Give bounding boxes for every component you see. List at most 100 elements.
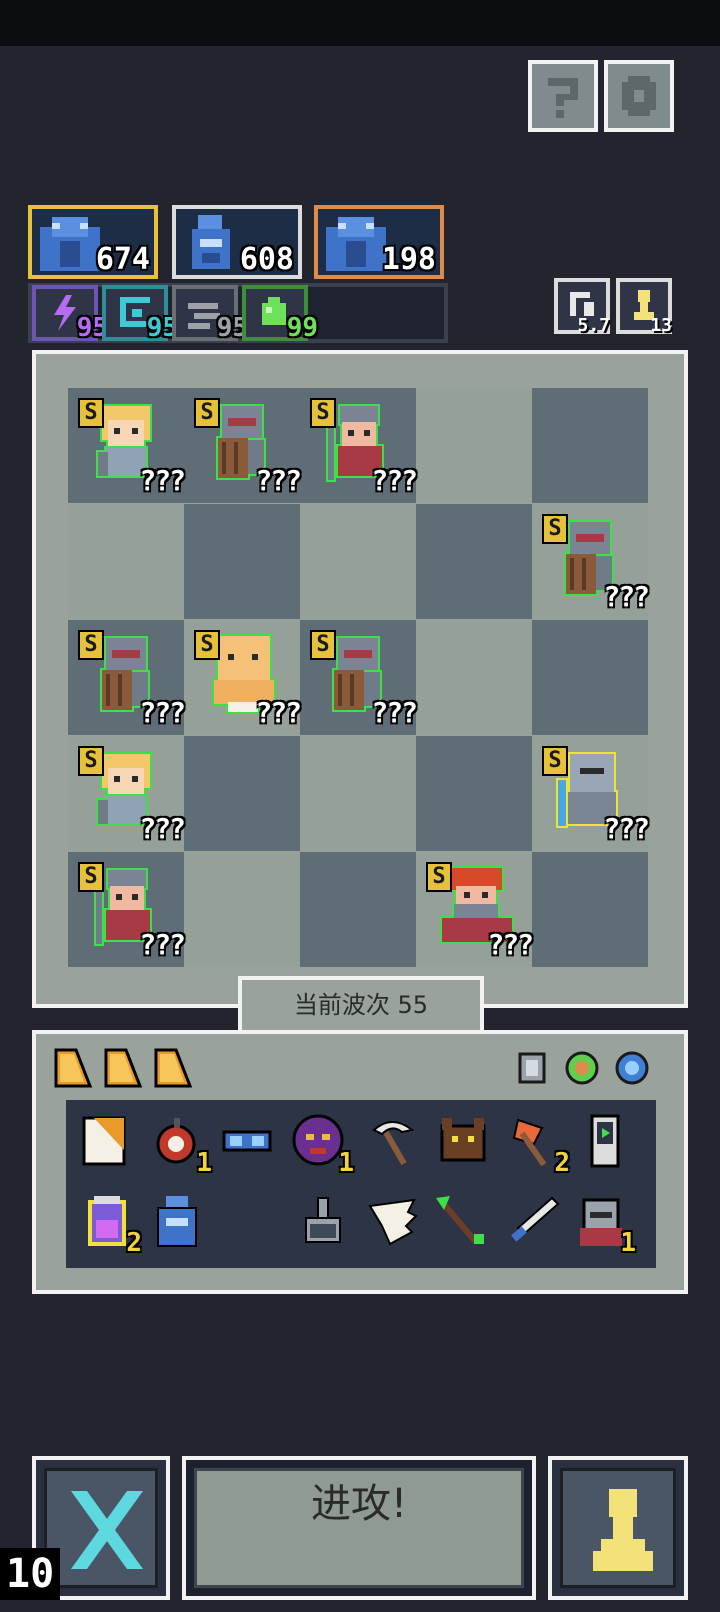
hero-count: 198 <box>381 242 436 277</box>
pawn-button-face <box>560 1468 676 1588</box>
cross-icon <box>71 1491 143 1569</box>
card-icon[interactable] <box>102 1046 144 1090</box>
unit-spear-soldier[interactable]: S??? <box>72 856 186 963</box>
rank-badge: S <box>78 398 104 428</box>
unit-bald-monk[interactable]: S??? <box>188 624 302 731</box>
unit-blonde-girl[interactable]: S??? <box>72 392 186 499</box>
anvil-icon <box>305 1197 341 1243</box>
item-count: 2 <box>554 1148 570 1178</box>
wing-icon <box>368 1198 418 1246</box>
card-icon[interactable] <box>152 1046 194 1090</box>
inventory-item[interactable]: 1 <box>146 1110 212 1178</box>
item-count: 1 <box>338 1148 354 1178</box>
item-count: 1 <box>196 1148 212 1178</box>
recycle-value: 5.7 <box>577 315 610 336</box>
inventory-item[interactable] <box>146 1190 208 1252</box>
unit-stat-unknown: ??? <box>487 928 534 961</box>
unit-red-haired-dwarf[interactable]: S??? <box>420 856 534 963</box>
settings-button[interactable] <box>604 60 674 132</box>
element-lightning[interactable]: 95 <box>32 285 108 343</box>
unit-stat-unknown: ??? <box>371 464 418 497</box>
green-gem-icon[interactable] <box>562 1046 602 1090</box>
unit-stat-unknown: ??? <box>371 696 418 729</box>
unit-stat-unknown: ??? <box>255 464 302 497</box>
hero-card-1[interactable]: 674 <box>28 205 158 279</box>
blue-hood-icon <box>157 1196 197 1247</box>
element-blob[interactable]: 99 <box>242 285 318 343</box>
inventory-item[interactable]: 1 <box>570 1190 636 1258</box>
arrow-icon <box>436 1196 484 1244</box>
gear-icon <box>622 76 656 116</box>
phone-icon <box>590 1114 620 1168</box>
level-indicator: 10 <box>0 1548 61 1600</box>
unit-blonde-girl[interactable]: S??? <box>72 740 186 847</box>
inventory-item[interactable]: 1 <box>288 1110 354 1178</box>
status-bar <box>0 0 720 46</box>
items-layer: 1 1 2 2 1 <box>66 1100 656 1268</box>
unit-shield-knight[interactable]: S??? <box>304 624 418 731</box>
inventory-item[interactable] <box>362 1190 424 1252</box>
rank-badge: S <box>78 862 104 892</box>
rank-badge: S <box>78 630 104 660</box>
element-swirl[interactable]: 95 <box>102 285 178 343</box>
unit-stat-unknown: ??? <box>139 464 186 497</box>
rank-badge: S <box>310 398 336 428</box>
wave-indicator: 当前波次 55 <box>238 976 484 1034</box>
wave-label: 当前波次 55 <box>293 991 429 1019</box>
question-icon <box>548 78 578 118</box>
pawn-value: 13 <box>650 315 672 336</box>
scythe-icon <box>372 1121 415 1166</box>
hero-card-2[interactable]: 608 <box>172 205 302 279</box>
goggles-icon <box>222 1130 272 1152</box>
attack-button[interactable]: 进攻! <box>182 1456 536 1600</box>
rank-badge: S <box>194 398 220 428</box>
rank-badge: S <box>78 746 104 776</box>
inventory-item[interactable] <box>574 1110 636 1172</box>
unit-stat-unknown: ??? <box>603 812 650 845</box>
unit-armored-knight[interactable]: S??? <box>536 740 650 847</box>
paper-icon <box>82 1116 126 1166</box>
unit-stat-unknown: ??? <box>139 812 186 845</box>
unit-stat-unknown: ??? <box>139 696 186 729</box>
item-count: 2 <box>126 1228 142 1258</box>
rank-badge: S <box>310 630 336 660</box>
unit-shield-knight[interactable]: S??? <box>72 624 186 731</box>
inventory-item[interactable] <box>216 1110 278 1172</box>
dagger-icon <box>511 1196 560 1242</box>
card-icon[interactable] <box>52 1046 94 1090</box>
element-value: 99 <box>286 313 318 343</box>
recycle-counter[interactable]: 5.7 <box>554 278 610 336</box>
inventory-item[interactable] <box>362 1110 424 1172</box>
units-layer: S??? S??? S??? S??? S??? S??? S??? S??? S??? S???… <box>68 388 652 970</box>
pawn-icon <box>593 1489 653 1571</box>
pawn-counter[interactable]: 13 <box>616 278 672 336</box>
unit-stat-unknown: ??? <box>603 580 650 613</box>
inventory-item[interactable]: 2 <box>76 1190 142 1258</box>
gray-gem-icon[interactable] <box>512 1046 552 1090</box>
card-row <box>48 1042 208 1094</box>
unit-spear-soldier[interactable]: S??? <box>304 392 418 499</box>
gem-row <box>510 1044 660 1094</box>
inventory-item[interactable] <box>430 1190 492 1252</box>
rank-badge: S <box>426 862 452 892</box>
unit-stat-unknown: ??? <box>139 928 186 961</box>
inventory-item[interactable]: 2 <box>504 1110 570 1178</box>
hero-count: 674 <box>95 242 150 277</box>
wolf-head-icon <box>440 1118 486 1162</box>
attack-label: 进攻! <box>310 1481 408 1527</box>
inventory-item[interactable] <box>432 1110 494 1172</box>
hero-card-3[interactable]: 198 <box>314 205 444 279</box>
pawn-button[interactable] <box>548 1456 688 1600</box>
hero-count: 608 <box>239 242 294 277</box>
inventory-item[interactable] <box>292 1190 354 1252</box>
help-button[interactable] <box>528 60 598 132</box>
unit-shield-knight[interactable]: S??? <box>536 508 650 615</box>
blue-gem-icon[interactable] <box>612 1046 652 1090</box>
unit-shield-knight[interactable]: S??? <box>188 392 302 499</box>
inventory-item[interactable] <box>502 1190 564 1252</box>
rank-badge: S <box>194 630 220 660</box>
rank-badge: S <box>542 514 568 544</box>
item-count: 1 <box>620 1228 636 1258</box>
inventory-item[interactable] <box>74 1110 136 1172</box>
element-wind[interactable]: 95 <box>172 285 248 343</box>
